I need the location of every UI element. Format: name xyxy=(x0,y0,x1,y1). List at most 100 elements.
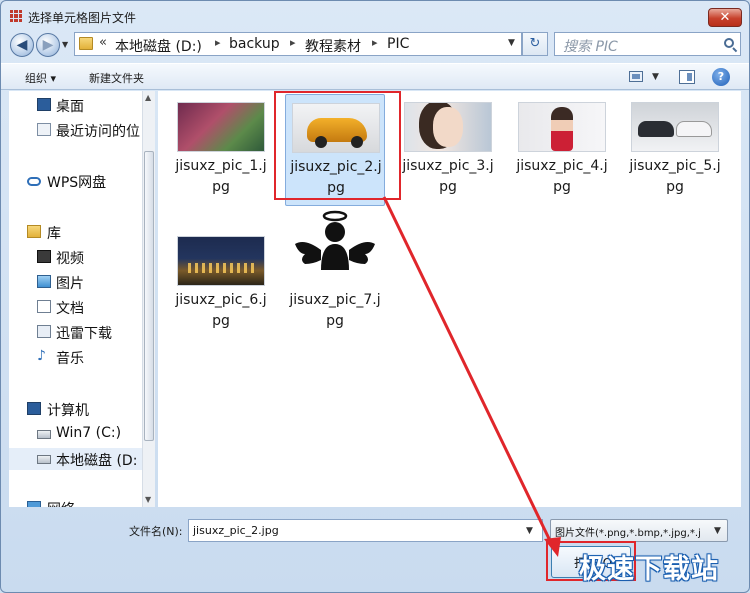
drive-icon xyxy=(37,455,51,464)
sidebar-item-label: 桌面 xyxy=(56,99,84,115)
file-item-pic-3[interactable]: jisuxz_pic_3.jpg xyxy=(398,94,498,206)
sidebar-item-music[interactable]: ♪ 音乐 xyxy=(9,346,145,368)
filename-input[interactable]: jisuxz_pic_2.jpg ▼ xyxy=(188,519,543,542)
file-list: jisuxz_pic_1.jpg jisuxz_pic_2.jpg jisuxz… xyxy=(158,91,741,507)
window-title: 选择单元格图片文件 xyxy=(28,11,137,25)
library-icon xyxy=(27,225,41,238)
file-name: jisuxz_pic_3.jpg xyxy=(402,158,494,195)
search-placeholder: 搜索 PIC xyxy=(563,39,618,55)
address-dropdown[interactable]: ▼ xyxy=(508,38,515,48)
sidebar-item-label: 音乐 xyxy=(56,351,84,367)
sidebar-item-label: 库 xyxy=(47,226,61,242)
address-segment-tutorial[interactable]: 教程素材 xyxy=(305,36,361,56)
thunder-icon xyxy=(37,325,51,338)
watermark-logo: 极速下载站 xyxy=(579,554,719,585)
file-dialog-window: 选择单元格图片文件 ✕ ◀ ▶ ▼ « 本地磁盘 (D:) ▸ backup ▸… xyxy=(0,0,750,593)
sidebar-item-recent[interactable]: 最近访问的位 xyxy=(9,119,145,141)
new-folder-button[interactable]: 新建文件夹 xyxy=(89,70,144,86)
sidebar-item-label: 文档 xyxy=(56,301,84,317)
file-item-pic-6[interactable]: jisuxz_pic_6.jpg xyxy=(171,228,271,340)
change-view-icon[interactable] xyxy=(629,71,643,82)
music-icon: ♪ xyxy=(37,348,46,364)
sidebar-item-label: Win7 (C:) xyxy=(56,425,122,441)
file-name: jisuxz_pic_1.jpg xyxy=(175,158,267,195)
title-bar[interactable]: 选择单元格图片文件 ✕ xyxy=(1,1,749,31)
close-button[interactable]: ✕ xyxy=(708,8,742,27)
navigation-scrollbar[interactable]: ▲ ▼ xyxy=(142,91,155,507)
file-item-pic-5[interactable]: jisuxz_pic_5.jpg xyxy=(625,94,725,206)
document-icon xyxy=(37,300,51,313)
sidebar-item-label: 本地磁盘 (D: xyxy=(56,453,138,469)
file-name: jisuxz_pic_7.jpg xyxy=(289,292,381,329)
sidebar-item-label: 网络 xyxy=(47,499,75,507)
search-input[interactable]: 搜索 PIC xyxy=(554,32,741,56)
refresh-button[interactable]: ↻ xyxy=(522,32,548,56)
file-name: jisuxz_pic_6.jpg xyxy=(175,292,267,329)
thumbnail-pink-flowers xyxy=(177,102,265,152)
filename-label: 文件名(N): xyxy=(129,525,183,538)
sidebar-item-drive-c[interactable]: Win7 (C:) xyxy=(9,423,145,445)
highlight-box-selected-file xyxy=(274,91,401,200)
command-bar: 组织 ▾ 新建文件夹 ▼ ? xyxy=(1,63,749,90)
file-type-dropdown[interactable]: ▼ xyxy=(714,526,721,536)
sidebar-item-pictures[interactable]: 图片 xyxy=(9,271,145,293)
file-item-pic-4[interactable]: jisuxz_pic_4.jpg xyxy=(512,94,612,206)
computer-icon xyxy=(27,402,41,415)
scroll-down-icon[interactable]: ▼ xyxy=(145,495,151,504)
sidebar-item-documents[interactable]: 文档 xyxy=(9,296,145,318)
picture-icon xyxy=(37,275,51,288)
back-button[interactable]: ◀ xyxy=(10,33,34,57)
file-item-pic-1[interactable]: jisuxz_pic_1.jpg xyxy=(171,94,271,206)
filename-dropdown[interactable]: ▼ xyxy=(526,526,533,536)
sidebar-item-thunder-download[interactable]: 迅雷下载 xyxy=(9,321,145,343)
scroll-up-icon[interactable]: ▲ xyxy=(145,93,151,102)
sidebar-item-label: 最近访问的位 xyxy=(56,124,140,140)
file-type-value: 图片文件(*.png,*.bmp,*.jpg,*.j xyxy=(555,528,701,539)
thumbnail-angel-silhouette xyxy=(291,208,379,278)
folder-icon xyxy=(79,37,93,50)
address-bar[interactable]: « 本地磁盘 (D:) ▸ backup ▸ 教程素材 ▸ PIC ▼ xyxy=(74,32,522,56)
file-item-pic-7[interactable]: jisuxz_pic_7.jpg xyxy=(285,208,385,329)
sidebar-item-library[interactable]: 库 xyxy=(9,221,145,243)
preview-pane-icon[interactable] xyxy=(679,70,695,84)
address-segment-backup[interactable]: backup xyxy=(229,36,280,52)
file-name: jisuxz_pic_5.jpg xyxy=(629,158,721,195)
sidebar-item-label: 图片 xyxy=(56,276,84,292)
sidebar-item-label: 计算机 xyxy=(47,403,89,419)
app-icon xyxy=(10,10,22,22)
sidebar-item-network[interactable]: 网络 xyxy=(9,497,145,507)
address-separator[interactable]: ▸ xyxy=(215,36,221,49)
help-icon[interactable]: ? xyxy=(712,68,730,86)
recent-locations-dropdown[interactable]: ▼ xyxy=(62,40,68,49)
sidebar-item-computer[interactable]: 计算机 xyxy=(9,398,145,420)
sidebar-item-wps-cloud[interactable]: WPS网盘 xyxy=(9,170,145,192)
filename-value: jisuxz_pic_2.jpg xyxy=(193,524,279,537)
file-type-select[interactable]: 图片文件(*.png,*.bmp,*.jpg,*.j ▼ xyxy=(550,519,728,542)
cloud-icon xyxy=(27,177,41,186)
thumbnail-castle-night xyxy=(177,236,265,286)
view-options-dropdown[interactable]: ▼ xyxy=(652,72,659,82)
address-separator[interactable]: ▸ xyxy=(372,36,378,49)
sidebar-item-video[interactable]: 视频 xyxy=(9,246,145,268)
organize-menu[interactable]: 组织 ▾ xyxy=(25,70,56,86)
thumbnail-woman-portrait xyxy=(404,102,492,152)
address-segment-drive[interactable]: 本地磁盘 (D:) xyxy=(115,36,202,56)
thumbnail-sports-cars xyxy=(631,102,719,152)
sidebar-item-desktop[interactable]: 桌面 xyxy=(9,94,145,116)
sidebar-item-drive-d[interactable]: 本地磁盘 (D: xyxy=(9,448,145,470)
network-icon xyxy=(27,501,41,507)
address-separator[interactable]: ▸ xyxy=(290,36,296,49)
drive-icon xyxy=(37,430,51,439)
sidebar-item-label: 迅雷下载 xyxy=(56,326,112,342)
desktop-icon xyxy=(37,98,51,111)
address-overflow-chevron[interactable]: « xyxy=(99,35,107,50)
sidebar-item-label: WPS网盘 xyxy=(47,175,107,191)
forward-button[interactable]: ▶ xyxy=(36,33,60,57)
navigation-pane: 桌面 最近访问的位 WPS网盘 库 视频 图片 文档 迅雷下载 ♪ 音乐 计算机… xyxy=(9,91,155,507)
recent-icon xyxy=(37,123,51,136)
sidebar-item-label: 视频 xyxy=(56,251,84,267)
scrollbar-thumb[interactable] xyxy=(144,151,154,441)
search-icon[interactable] xyxy=(724,38,734,48)
file-name: jisuxz_pic_4.jpg xyxy=(516,158,608,195)
address-segment-pic[interactable]: PIC xyxy=(387,36,409,52)
